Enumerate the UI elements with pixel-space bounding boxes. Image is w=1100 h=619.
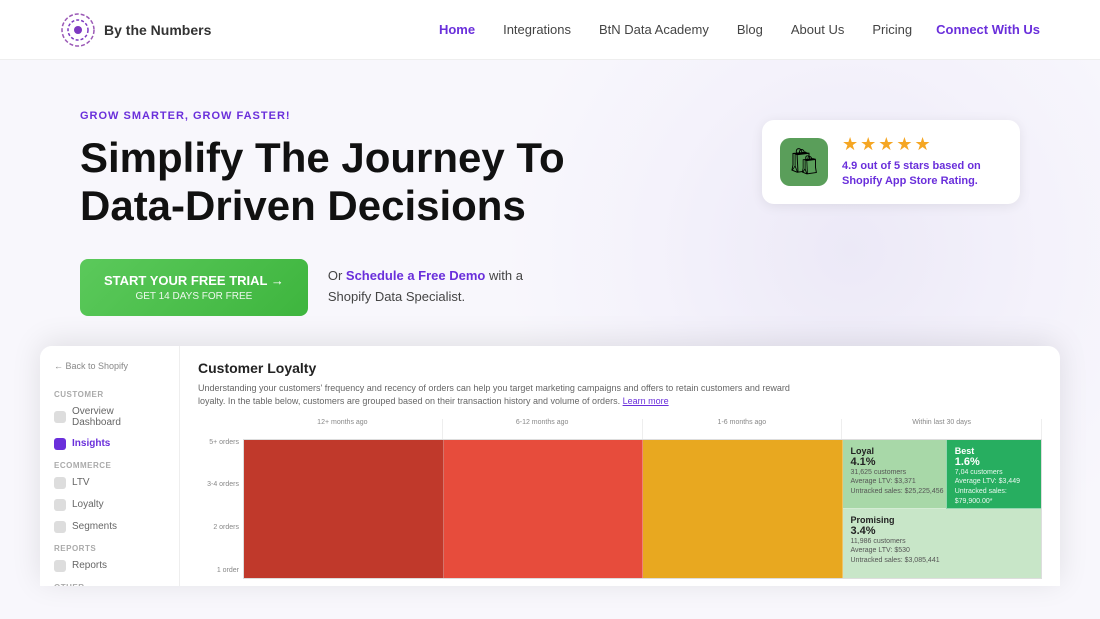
star-rating: ★★★★★ xyxy=(842,134,1002,155)
rating-badge: 🛍 ★★★★★ 4.9 out of 5 stars based on Shop… xyxy=(762,120,1020,204)
rfm-grid: Loyal 4.1% 31,625 customers Average LTV:… xyxy=(243,439,1042,579)
hero-tag: GROW SMARTER, GROW FASTER! xyxy=(80,110,565,122)
col-header-3: 1-6 months ago xyxy=(643,419,843,439)
best-name: Best xyxy=(955,446,1033,456)
best-sales: Untracked sales: $79,900.00* xyxy=(955,487,1033,507)
hero-title: Simplify The Journey To Data-Driven Deci… xyxy=(80,134,565,231)
rfm-chart: 12+ months ago 6-12 months ago 1-6 month… xyxy=(243,419,1042,579)
nav-links: Home Integrations BtN Data Academy Blog … xyxy=(439,21,912,39)
learn-more-link[interactable]: Learn more xyxy=(623,396,669,406)
rfm-grid-container: 5+ orders 3-4 orders 2 orders 1 order 12… xyxy=(198,419,1042,579)
trial-button[interactable]: START YOUR FREE TRIAL → GET 14 DAYS FOR … xyxy=(80,259,308,316)
rfm-col-headers: 12+ months ago 6-12 months ago 1-6 month… xyxy=(243,419,1042,439)
trial-button-label: START YOUR FREE TRIAL → xyxy=(104,273,284,288)
segment-best: Best 1.6% 7,04 customers Average LTV: $3… xyxy=(946,440,1041,509)
sidebar-insights[interactable]: Insights xyxy=(40,433,179,455)
dashboard-preview: ← Back to Shopify CUSTOMER Overview Dash… xyxy=(40,346,1060,586)
nav-cta-button[interactable]: Connect With Us xyxy=(936,22,1040,37)
best-customers: 7,04 customers xyxy=(955,468,1033,478)
sidebar-loyalty[interactable]: Loyalty xyxy=(40,494,179,516)
nav-blog[interactable]: Blog xyxy=(737,22,763,37)
demo-link[interactable]: Schedule a Free Demo xyxy=(346,268,485,283)
navigation: By the Numbers Home Integrations BtN Dat… xyxy=(0,0,1100,60)
rfm-y-labels: 5+ orders 3-4 orders 2 orders 1 order xyxy=(198,419,243,579)
nav-home[interactable]: Home xyxy=(439,22,475,37)
logo-text: By the Numbers xyxy=(104,22,211,38)
nav-integrations[interactable]: Integrations xyxy=(503,22,571,37)
logo: By the Numbers xyxy=(60,12,211,48)
shopify-bag-icon: 🛍 xyxy=(787,146,820,177)
promising-name: Promising xyxy=(851,515,1034,525)
logo-icon xyxy=(60,12,96,48)
sidebar-reports[interactable]: Reports xyxy=(40,555,179,577)
rfm-col-3 xyxy=(643,440,843,578)
section-other: OTHER xyxy=(40,577,179,586)
nav-academy[interactable]: BtN Data Academy xyxy=(599,22,709,37)
section-reports: REPORTS xyxy=(40,538,179,555)
hero-section: GROW SMARTER, GROW FASTER! Simplify The … xyxy=(0,60,1100,346)
promising-customers: 11,986 customers xyxy=(851,537,1034,547)
nav-about[interactable]: About Us xyxy=(791,22,844,37)
shopify-icon: 🛍 xyxy=(780,138,828,186)
sidebar-segments[interactable]: Segments xyxy=(40,516,179,538)
dashboard-main: Customer Loyalty Understanding your cust… xyxy=(180,346,1060,586)
hero-cta-row: START YOUR FREE TRIAL → GET 14 DAYS FOR … xyxy=(80,259,565,316)
col-header-1: 12+ months ago xyxy=(243,419,443,439)
rating-text: 4.9 out of 5 stars based on Shopify App … xyxy=(842,159,1002,190)
sidebar-overview[interactable]: Overview Dashboard xyxy=(40,401,179,433)
rating-info: ★★★★★ 4.9 out of 5 stars based on Shopif… xyxy=(842,134,1002,190)
sidebar-ltv[interactable]: LTV xyxy=(40,472,179,494)
promising-sales: Untracked sales: $3,085,441 xyxy=(851,556,1034,566)
promising-pct: 3.4% xyxy=(851,525,1034,537)
hero-demo-text: Or Schedule a Free Demo with a Shopify D… xyxy=(328,266,528,308)
segment-promising: Promising 3.4% 11,986 customers Average … xyxy=(843,509,1042,578)
trial-button-sublabel: GET 14 DAYS FOR FREE xyxy=(104,291,284,302)
dashboard-sidebar: ← Back to Shopify CUSTOMER Overview Dash… xyxy=(40,346,180,586)
best-pct: 1.6% xyxy=(955,456,1033,468)
dashboard-title: Customer Loyalty xyxy=(198,360,1042,376)
col-header-4: Within last 30 days xyxy=(842,419,1042,439)
rfm-col-1 xyxy=(244,440,444,578)
rfm-col-4: Loyal 4.1% 31,625 customers Average LTV:… xyxy=(843,440,1042,578)
section-ecommerce: ECOMMERCE xyxy=(40,455,179,472)
section-customer: CUSTOMER xyxy=(40,384,179,401)
promising-ltv: Average LTV: $530 xyxy=(851,546,1034,556)
back-to-shopify[interactable]: ← Back to Shopify xyxy=(40,356,179,376)
dashboard-subtitle: Understanding your customers' frequency … xyxy=(198,382,798,409)
best-ltv: Average LTV: $3,449 xyxy=(955,477,1033,487)
hero-content: GROW SMARTER, GROW FASTER! Simplify The … xyxy=(80,110,565,316)
rfm-col-2 xyxy=(444,440,644,578)
nav-pricing[interactable]: Pricing xyxy=(872,22,912,37)
col-header-2: 6-12 months ago xyxy=(443,419,643,439)
